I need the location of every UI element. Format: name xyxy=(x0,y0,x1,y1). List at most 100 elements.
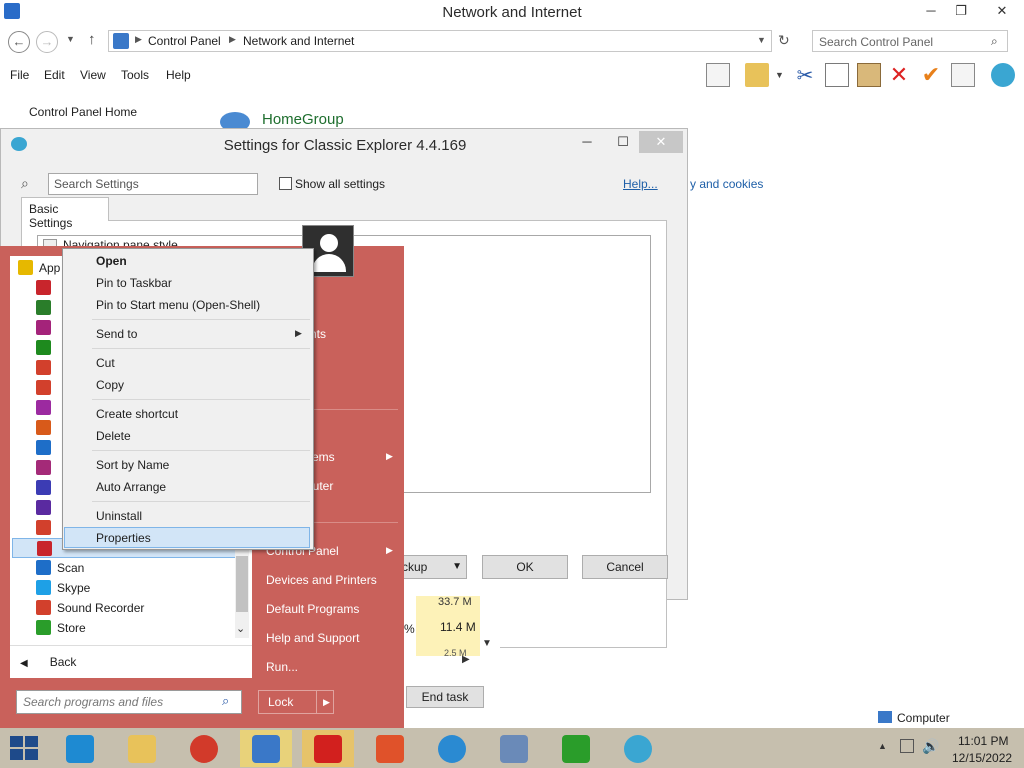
minimize-button[interactable]: ─ xyxy=(916,0,946,22)
cookies-link[interactable]: y and cookies xyxy=(690,177,763,191)
volume-icon[interactable]: 🔊 xyxy=(922,738,939,755)
program-label: Skype xyxy=(57,581,91,595)
ctx-create-shortcut[interactable]: Create shortcut xyxy=(96,407,178,421)
classic-shell-icon[interactable] xyxy=(991,63,1015,87)
taskbar-classic-shell-button[interactable] xyxy=(612,730,664,767)
delete-icon[interactable]: ✕ xyxy=(887,63,911,87)
program-icon xyxy=(36,580,51,595)
user-head xyxy=(320,234,338,252)
menu-edit[interactable]: Edit xyxy=(44,68,65,82)
clock-date[interactable]: 12/15/2022 xyxy=(952,751,1012,765)
taskbar-ie-button[interactable] xyxy=(54,730,106,767)
start-right-help[interactable]: Help and Support xyxy=(266,631,359,645)
breadcrumb-network-internet[interactable]: Network and Internet xyxy=(243,34,354,48)
program-item[interactable]: Store xyxy=(36,618,236,638)
copy-icon[interactable] xyxy=(825,63,849,87)
taskbar-task-manager-button[interactable] xyxy=(488,730,540,767)
menu-help[interactable]: Help xyxy=(166,68,191,82)
backup-dropdown-icon: ▼ xyxy=(452,561,462,572)
program-icon xyxy=(36,380,51,395)
program-label: Sound Recorder xyxy=(57,601,145,615)
taskbar-office-button[interactable] xyxy=(550,730,602,767)
ctx-pin-taskbar[interactable]: Pin to Taskbar xyxy=(96,276,172,290)
ctx-pin-start[interactable]: Pin to Start menu (Open-Shell) xyxy=(96,298,260,312)
ctx-sort-by-name[interactable]: Sort by Name xyxy=(96,458,169,472)
ctx-properties[interactable]: Properties xyxy=(96,531,151,545)
cut-icon[interactable]: ✂ xyxy=(793,63,817,87)
program-icon xyxy=(36,360,51,375)
taskbar-file-explorer-button[interactable] xyxy=(116,730,168,767)
start-right-run[interactable]: Run... xyxy=(266,660,298,674)
dialog-maximize-button[interactable]: ☐ xyxy=(605,131,641,153)
percent-label: % xyxy=(404,622,415,636)
clock-time[interactable]: 11:01 PM xyxy=(958,734,1008,748)
recent-pages-chevron-icon[interactable]: ▼ xyxy=(66,34,75,44)
refresh-icon[interactable]: ↻ xyxy=(778,32,790,49)
properties-check-icon[interactable]: ✔ xyxy=(919,63,943,87)
search-icon[interactable]: ⌕ xyxy=(222,693,229,709)
taskbar-chrome-button[interactable] xyxy=(178,730,230,767)
ctx-send-to[interactable]: Send to xyxy=(96,327,137,341)
checkbox-box[interactable] xyxy=(279,177,292,190)
show-all-settings-checkbox[interactable]: Show all settings xyxy=(279,177,385,191)
start-right-recent[interactable]: ems xyxy=(312,450,335,464)
taskbar-network-button[interactable] xyxy=(426,730,478,767)
show-hidden-icons-icon[interactable]: ▲ xyxy=(878,741,887,751)
back-arrow-icon[interactable]: ← xyxy=(8,31,30,53)
address-dropdown-icon[interactable]: ▼ xyxy=(757,35,766,45)
maximize-button[interactable]: ❐ xyxy=(946,0,976,22)
search-icon[interactable]: ⌕ xyxy=(991,34,998,49)
submenu-arrow-icon: ▶ xyxy=(295,328,302,338)
program-item[interactable]: Scan xyxy=(36,558,236,578)
taskbar-brave-button[interactable] xyxy=(364,730,416,767)
submenu-arrow-icon: ▶ xyxy=(386,451,393,461)
options-dropdown-icon[interactable]: ▼ xyxy=(775,70,784,80)
dialog-minimize-button[interactable]: ─ xyxy=(569,131,605,153)
breadcrumb-control-panel[interactable]: Control Panel xyxy=(148,34,221,48)
program-item[interactable]: Skype xyxy=(36,578,236,598)
ctx-open[interactable]: Open xyxy=(96,254,127,268)
network-tray-icon[interactable] xyxy=(900,739,914,753)
ctx-copy[interactable]: Copy xyxy=(96,378,124,392)
settings-search-input[interactable]: Search Settings xyxy=(48,173,258,195)
menu-tools[interactable]: Tools xyxy=(121,68,149,82)
back-button[interactable]: ◀ Back xyxy=(20,655,76,669)
help-link[interactable]: Help... xyxy=(623,177,658,191)
windows-start-icon[interactable] xyxy=(10,736,38,760)
ctx-uninstall[interactable]: Uninstall xyxy=(96,509,142,523)
paste-icon[interactable] xyxy=(857,63,881,87)
start-right-default-programs[interactable]: Default Programs xyxy=(266,602,359,616)
control-panel-home-link[interactable]: Control Panel Home xyxy=(29,105,137,119)
close-button[interactable]: ✕ xyxy=(980,0,1024,22)
backup-button[interactable]: ckup ▼ xyxy=(397,555,467,579)
taskbar-control-panel-button[interactable] xyxy=(240,730,292,767)
dialog-close-button[interactable]: ✕ xyxy=(639,131,683,153)
taskbar-opera-button[interactable] xyxy=(302,730,354,767)
ctx-delete[interactable]: Delete xyxy=(96,429,131,443)
ok-button[interactable]: OK xyxy=(482,555,568,579)
start-right-devices[interactable]: Devices and Printers xyxy=(266,573,377,587)
ctx-auto-arrange[interactable]: Auto Arrange xyxy=(96,480,166,494)
ctx-cut[interactable]: Cut xyxy=(96,356,115,370)
menu-view[interactable]: View xyxy=(80,68,106,82)
forward-arrow-icon[interactable]: → xyxy=(36,31,58,53)
menu-file[interactable]: File xyxy=(10,68,29,82)
up-arrow-icon[interactable]: ↑ xyxy=(88,31,96,48)
scroll-right-icon[interactable]: ▶ xyxy=(462,654,470,665)
scrollbar-thumb[interactable] xyxy=(236,556,248,612)
search-input[interactable]: Search Control Panel ⌕ xyxy=(812,30,1008,52)
scroll-down-icon[interactable]: ⌄ xyxy=(236,622,245,635)
program-item[interactable]: Sound Recorder xyxy=(36,598,236,618)
start-search-input[interactable]: Search programs and files xyxy=(16,690,242,714)
end-task-button[interactable]: End task xyxy=(406,686,484,708)
preview-pane-icon[interactable] xyxy=(706,63,730,87)
email-icon[interactable] xyxy=(951,63,975,87)
tab-basic-settings[interactable]: Basic Settings xyxy=(21,197,109,230)
address-bar[interactable]: ▶ Control Panel ▶ Network and Internet ▼ xyxy=(108,30,772,52)
program-icon xyxy=(36,400,51,415)
homegroup-link[interactable]: HomeGroup xyxy=(262,111,344,128)
shutdown-options-icon[interactable]: ▶ xyxy=(316,690,336,714)
scroll-down-icon[interactable]: ▼ xyxy=(482,638,492,649)
folder-options-icon[interactable] xyxy=(745,63,769,87)
cancel-button[interactable]: Cancel xyxy=(582,555,668,579)
